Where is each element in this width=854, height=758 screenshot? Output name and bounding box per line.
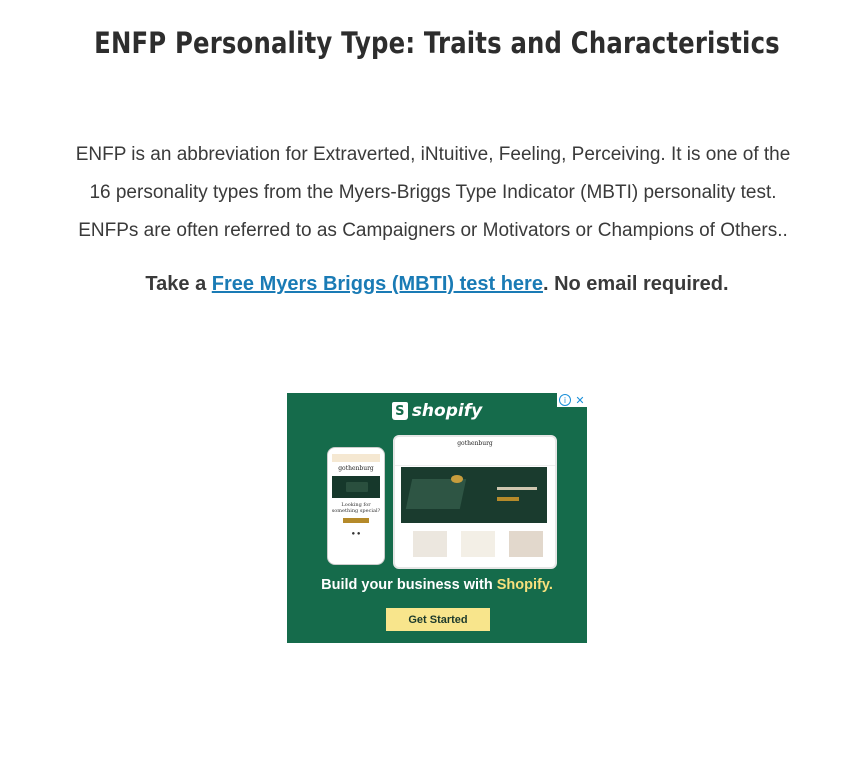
phone-store-name: gothenburg bbox=[338, 465, 374, 472]
phone-hero-image bbox=[332, 476, 380, 498]
product-box bbox=[405, 479, 467, 509]
product-tile bbox=[461, 531, 495, 557]
gold-ornament bbox=[451, 475, 463, 483]
desktop-store-name: gothenburg bbox=[457, 440, 493, 447]
shopify-wordmark: shopify bbox=[411, 401, 483, 421]
carousel-dots-icon: ● ● bbox=[351, 531, 361, 537]
intro-line: ENFPs are often referred to as Campaigne… bbox=[78, 220, 788, 241]
phone-announcement-bar bbox=[332, 454, 380, 462]
phone-hero-text: Looking for something special? bbox=[331, 502, 381, 514]
shopping-bag-icon: S bbox=[391, 402, 408, 420]
hero-text-line bbox=[497, 487, 537, 490]
ad-tagline: Build your business with Shopify. bbox=[287, 577, 587, 593]
callout-suffix: . No email required. bbox=[542, 273, 729, 295]
shopify-logo: S shopify bbox=[287, 401, 587, 421]
desktop-nav bbox=[395, 455, 555, 466]
desktop-hero-image bbox=[401, 467, 547, 523]
desktop-mockup: gothenburg bbox=[393, 435, 557, 569]
product-tile bbox=[413, 531, 447, 557]
intro-line: ENFP is an abbreviation for Extraverted,… bbox=[75, 144, 791, 165]
tagline-highlight: Shopify. bbox=[496, 577, 553, 593]
callout-prefix: Take a bbox=[145, 273, 212, 295]
page-title: ENFP Personality Type: Traits and Charac… bbox=[94, 26, 780, 60]
product-tile bbox=[509, 531, 543, 557]
tagline-text: Build your business with bbox=[321, 577, 497, 593]
get-started-button[interactable]: Get Started bbox=[386, 608, 490, 631]
phone-mockup: gothenburg Looking for something special… bbox=[327, 447, 385, 565]
hero-button bbox=[497, 497, 519, 501]
product-tiles bbox=[413, 531, 543, 557]
test-callout: Take a Free Myers Briggs (MBTI) test her… bbox=[0, 273, 854, 296]
intro-paragraph: ENFP is an abbreviation for Extraverted,… bbox=[30, 136, 836, 250]
phone-hero-button bbox=[343, 518, 369, 523]
shopify-ad-banner[interactable]: i ✕ S shopify gothenburg Looking for som… bbox=[287, 393, 587, 643]
intro-line: 16 personality types from the Myers-Brig… bbox=[89, 182, 777, 203]
free-mbti-test-link[interactable]: Free Myers Briggs (MBTI) test here bbox=[212, 273, 543, 295]
